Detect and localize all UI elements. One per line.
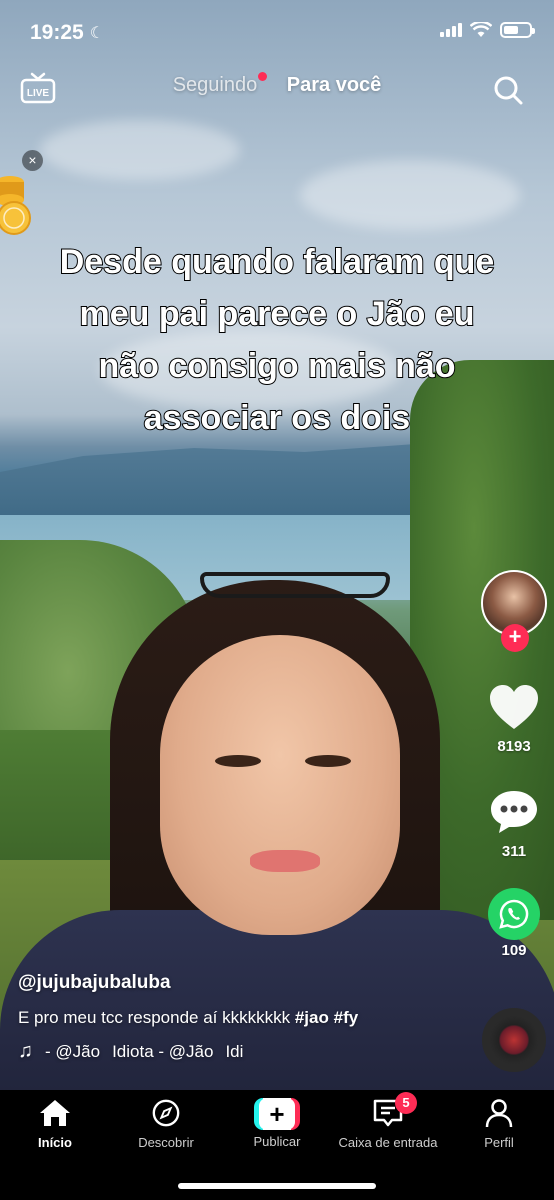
- cloud-decoration: [40, 120, 240, 180]
- share-count: 109: [501, 942, 527, 959]
- music-disc[interactable]: [482, 1008, 546, 1072]
- comment-icon: [491, 791, 537, 833]
- plus-icon: +: [254, 1098, 300, 1130]
- status-bar: 19:25 ☾: [0, 0, 554, 66]
- video-player[interactable]: [0, 0, 554, 1090]
- share-button[interactable]: 109: [474, 888, 554, 959]
- new-content-dot: [258, 72, 267, 81]
- creator-username[interactable]: @jujubajubaluba: [18, 972, 478, 994]
- tab-home[interactable]: Início: [0, 1098, 110, 1150]
- battery-icon: [500, 22, 535, 38]
- tab-for-you[interactable]: Para você: [287, 74, 382, 97]
- search-icon[interactable]: [492, 74, 524, 106]
- coins-reward-icon[interactable]: [0, 168, 34, 238]
- video-caption: Desde quando falaram que meu pai parece …: [0, 236, 554, 444]
- comment-button[interactable]: 311: [474, 788, 554, 860]
- tab-label: Início: [38, 1135, 72, 1150]
- tab-publish[interactable]: + Publicar: [222, 1098, 332, 1149]
- cloud-decoration: [300, 160, 520, 230]
- music-ticker[interactable]: ♫ - @Jão Idiota - @Jão Idi: [18, 1040, 478, 1063]
- moon-icon: ☾: [89, 25, 105, 42]
- heart-icon: [490, 685, 538, 729]
- video-description: E pro meu tcc responde aí kkkkkkkk #jao …: [18, 1008, 478, 1028]
- tab-label: Descobrir: [138, 1135, 194, 1150]
- compass-icon: [152, 1099, 180, 1127]
- tab-label: Publicar: [253, 1134, 301, 1149]
- follow-button[interactable]: +: [501, 624, 529, 652]
- description-text: E pro meu tcc responde aí kkkkkkkk: [18, 1008, 291, 1027]
- caption-line: associar os dois: [143, 398, 411, 438]
- tab-discover[interactable]: Descobrir: [111, 1098, 221, 1150]
- cellular-signal-icon: [440, 23, 462, 37]
- feed-tabs: Seguindo Para você: [0, 74, 554, 97]
- hashtag-link[interactable]: #fy: [334, 1008, 359, 1027]
- hashtag-link[interactable]: #jao: [295, 1008, 329, 1027]
- eye: [215, 755, 261, 767]
- tab-inbox[interactable]: 5 Caixa de entrada: [333, 1092, 443, 1150]
- comment-count: 311: [501, 843, 527, 860]
- home-indicator: [178, 1183, 376, 1189]
- wifi-icon: [470, 22, 492, 37]
- status-icons: [440, 22, 535, 38]
- clock: 19:25: [30, 21, 84, 44]
- eye: [305, 755, 351, 767]
- home-icon: [40, 1100, 70, 1126]
- like-count: 8193: [497, 738, 531, 755]
- like-button[interactable]: 8193: [474, 683, 554, 755]
- music-segment: Idiota - @Jão: [112, 1041, 214, 1061]
- top-nav: LIVE Seguindo Para você: [0, 66, 554, 112]
- person-icon: [485, 1099, 513, 1128]
- video-info: @jujubajubaluba E pro meu tcc responde a…: [18, 972, 478, 1063]
- caption-line: Desde quando falaram que: [59, 242, 496, 282]
- bottom-tab-bar: Início Descobrir + Publicar 5 Caixa de e…: [0, 1090, 554, 1200]
- lips: [250, 850, 320, 872]
- caption-line: não consigo mais não: [97, 346, 456, 386]
- tab-following[interactable]: Seguindo: [173, 74, 258, 97]
- inbox-badge: 5: [395, 1092, 417, 1114]
- music-segment: Idi: [225, 1041, 244, 1061]
- tab-label: Perfil: [484, 1135, 514, 1150]
- face: [160, 635, 400, 935]
- whatsapp-icon: [488, 888, 540, 940]
- music-note-icon: ♫: [18, 1040, 33, 1062]
- caption-line: meu pai parece o Jão eu: [79, 294, 476, 334]
- sunglasses: [200, 572, 390, 598]
- music-segment: - @Jão: [45, 1041, 101, 1061]
- tab-profile[interactable]: Perfil: [444, 1098, 554, 1150]
- tab-label: Caixa de entrada: [338, 1135, 438, 1150]
